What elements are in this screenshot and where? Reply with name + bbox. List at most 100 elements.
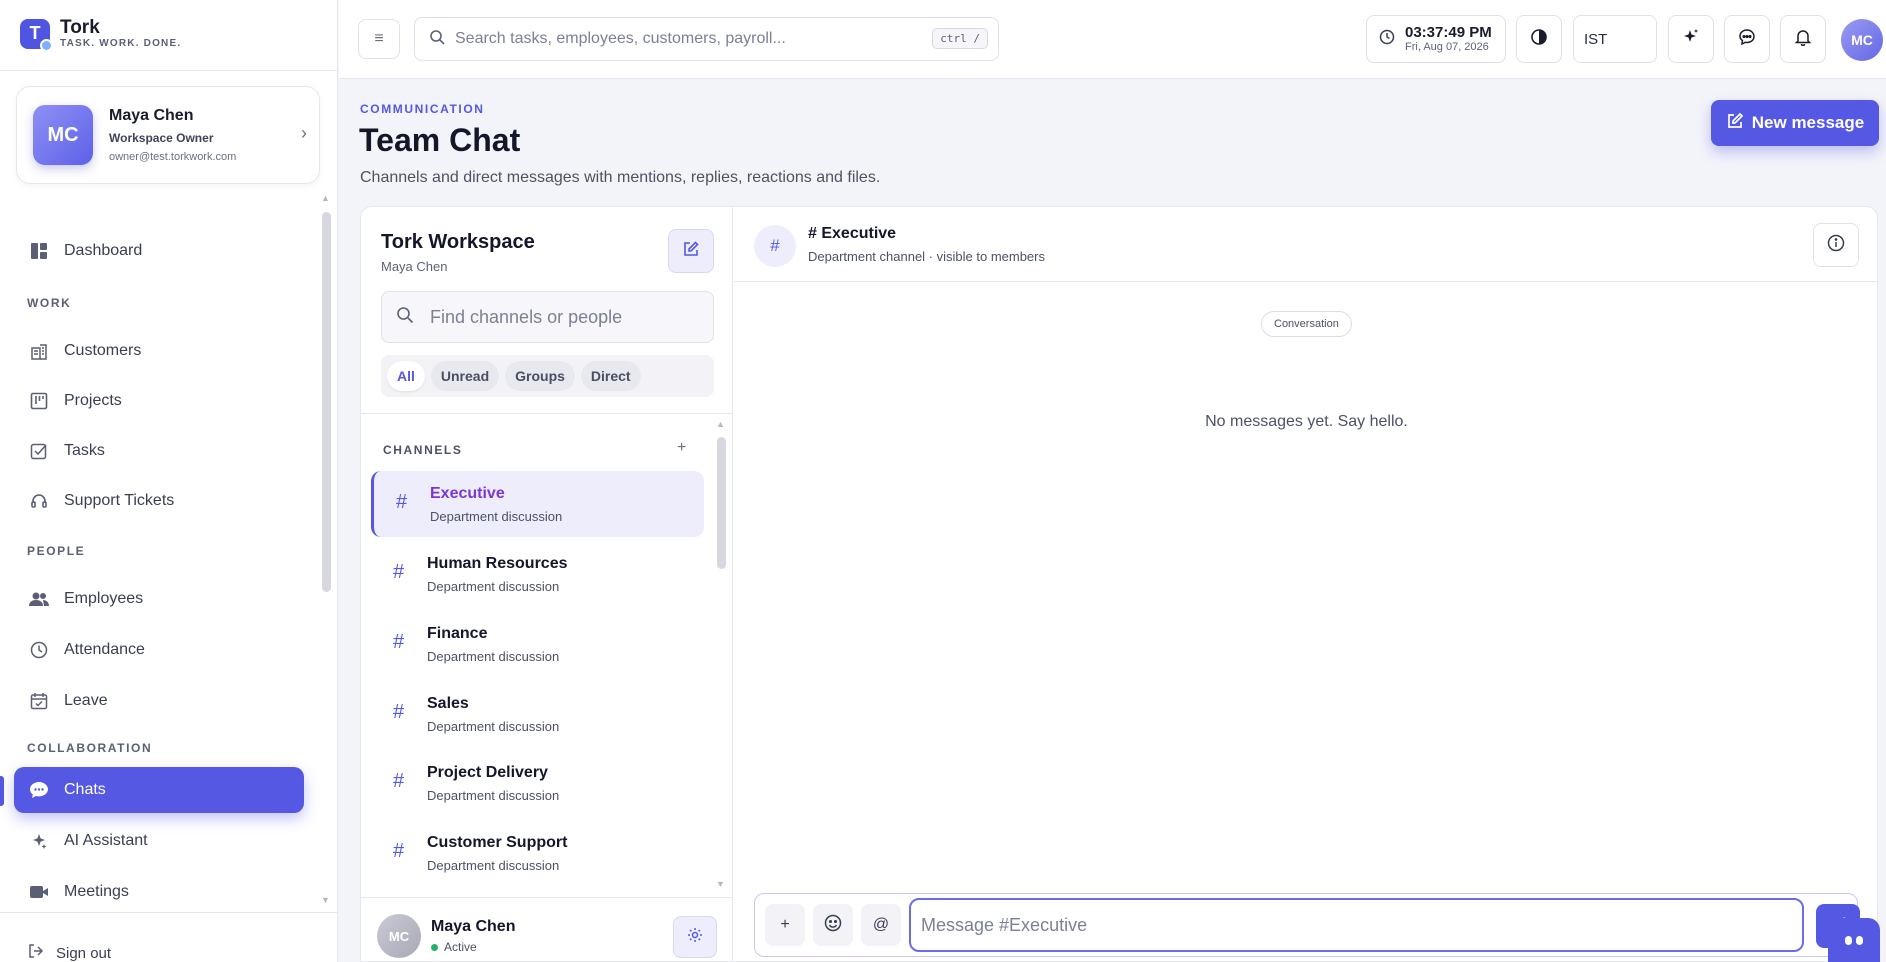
scroll-down-arrow-icon[interactable]: ▼ — [716, 879, 725, 889]
profile-email: owner@test.torkwork.com — [109, 151, 237, 163]
channel-name: Finance — [427, 625, 488, 642]
hash-icon: # — [396, 491, 408, 513]
attach-button[interactable]: + — [765, 904, 805, 946]
channel-item-project-delivery[interactable]: # Project Delivery Department discussion — [371, 750, 704, 816]
sidebar-item-label: Employees — [64, 590, 144, 607]
sidebar-item-dashboard[interactable]: Dashboard — [14, 228, 304, 274]
sidebar-item-leave[interactable]: Leave — [14, 678, 304, 724]
channel-item-sales[interactable]: # Sales Department discussion — [371, 681, 704, 747]
empty-state-message: No messages yet. Say hello. — [1205, 413, 1408, 430]
sidebar-item-tasks[interactable]: Tasks — [14, 428, 304, 474]
compose-button[interactable] — [668, 229, 714, 273]
scroll-down-arrow-icon[interactable]: ▼ — [321, 895, 330, 905]
messages-button[interactable] — [1724, 15, 1770, 63]
bell-icon — [1794, 28, 1812, 51]
at-icon: @ — [872, 916, 890, 933]
channel-search-input[interactable] — [430, 306, 700, 328]
conversation-header: # # Executive Department channel · visib… — [734, 207, 1877, 282]
sidebar-item-attendance[interactable]: Attendance — [14, 627, 304, 673]
filter-all[interactable]: All — [387, 361, 425, 391]
sidebar-item-label: Support Tickets — [64, 492, 175, 509]
channel-name: Customer Support — [427, 834, 568, 851]
channel-list-pane: Tork Workspace Maya Chen All Unread Grou… — [361, 207, 733, 961]
timezone-select[interactable]: IST — [1573, 15, 1657, 63]
channel-description: Department discussion — [427, 719, 560, 734]
search-icon — [396, 306, 414, 329]
sign-out-button[interactable]: Sign out — [0, 912, 338, 962]
message-composer: + @ — [754, 893, 1860, 957]
channel-search[interactable] — [381, 291, 714, 343]
sidebar-item-label: Chats — [64, 781, 106, 798]
mention-button[interactable]: @ — [861, 904, 901, 946]
sidebar-item-projects[interactable]: Projects — [14, 378, 304, 424]
kanban-icon — [28, 390, 50, 412]
dashboard-icon — [28, 240, 50, 262]
brand[interactable]: T Tork TASK. WORK. DONE. — [20, 18, 182, 52]
notifications-button[interactable] — [1780, 15, 1826, 63]
sidebar-item-meetings[interactable]: Meetings — [14, 869, 304, 915]
channel-item-executive[interactable]: # Executive Department discussion — [371, 471, 704, 537]
nav-section-work: WORK — [27, 296, 72, 310]
user-avatar-button[interactable]: MC — [1841, 19, 1883, 61]
filter-groups[interactable]: Groups — [505, 361, 575, 391]
channel-item-finance[interactable]: # Finance Department discussion — [371, 611, 704, 677]
checkbox-icon — [28, 440, 50, 462]
sidebar-item-customers[interactable]: Customers — [14, 328, 304, 374]
search-icon — [429, 29, 445, 50]
hamburger-icon: ≡ — [374, 30, 384, 47]
channel-list-scrollbar[interactable] — [717, 437, 726, 569]
brand-logo-letter: T — [29, 23, 41, 43]
ai-button[interactable] — [1668, 15, 1714, 63]
filter-direct[interactable]: Direct — [580, 361, 641, 391]
channel-item-human-resources[interactable]: # Human Resources Department discussion — [371, 541, 704, 607]
channel-name: Human Resources — [427, 555, 568, 572]
menu-toggle-button[interactable]: ≡ — [358, 19, 400, 59]
contrast-icon — [1530, 28, 1548, 51]
sidebar-item-support-tickets[interactable]: Support Tickets — [14, 478, 304, 524]
hash-icon: # — [754, 225, 796, 267]
channel-filter-tabs: All Unread Groups Direct — [381, 355, 714, 397]
channel-description: Department discussion — [427, 649, 560, 664]
chat-bubble-icon — [28, 779, 50, 801]
sidebar-item-label: Customers — [64, 342, 142, 359]
filter-unread[interactable]: Unread — [430, 361, 500, 391]
page-eyebrow: COMMUNICATION — [360, 102, 485, 116]
channel-name: Sales — [427, 695, 469, 712]
theme-toggle-button[interactable] — [1516, 15, 1562, 63]
chat-icon — [1738, 28, 1756, 51]
channel-item-customer-support[interactable]: # Customer Support Department discussion — [371, 820, 704, 886]
current-user-bar: MC Maya Chen Active — [361, 897, 732, 961]
new-message-button[interactable]: New message — [1711, 100, 1879, 146]
sidebar-item-label: Tasks — [64, 442, 105, 459]
brand-tagline: TASK. WORK. DONE. — [60, 38, 182, 49]
clock-widget[interactable]: 03:37:49 PM Fri, Aug 07, 2026 — [1366, 15, 1506, 63]
clock-icon — [1379, 29, 1395, 50]
add-channel-button[interactable]: + — [677, 439, 686, 457]
channel-name: Project Delivery — [427, 764, 548, 781]
conversation-subtitle: Department channel · visible to members — [808, 249, 1045, 264]
chat-settings-button[interactable] — [673, 916, 717, 958]
emoji-button[interactable] — [813, 904, 853, 946]
chat-panel: Tork Workspace Maya Chen All Unread Grou… — [360, 206, 1878, 962]
workspace-user: Maya Chen — [381, 259, 448, 274]
search-input[interactable] — [455, 30, 925, 48]
sidebar-scrollbar[interactable] — [322, 212, 331, 592]
scroll-up-arrow-icon[interactable]: ▲ — [321, 193, 330, 203]
sidebar-item-label: Dashboard — [64, 242, 143, 259]
profile-card[interactable]: MC Maya Chen Workspace Owner owner@test.… — [16, 86, 320, 184]
current-user-status: Active — [431, 940, 477, 954]
status-label: Active — [444, 940, 477, 954]
scroll-up-arrow-icon[interactable]: ▲ — [716, 419, 725, 429]
sidebar-item-chats[interactable]: Chats — [14, 767, 304, 813]
sidebar-item-employees[interactable]: Employees — [14, 576, 304, 622]
channel-info-button[interactable] — [1813, 223, 1859, 267]
sidebar-item-label: Meetings — [64, 883, 129, 900]
message-input[interactable] — [909, 898, 1804, 952]
chatbot-launcher-button[interactable] — [1828, 918, 1880, 962]
global-search[interactable]: ctrl / — [414, 17, 999, 61]
hash-icon: # — [393, 701, 405, 723]
sidebar-item-ai-assistant[interactable]: AI Assistant — [14, 818, 304, 864]
avatar[interactable]: MC — [377, 914, 421, 958]
conversation-divider-pill: Conversation — [1261, 311, 1352, 337]
divider — [361, 413, 732, 414]
